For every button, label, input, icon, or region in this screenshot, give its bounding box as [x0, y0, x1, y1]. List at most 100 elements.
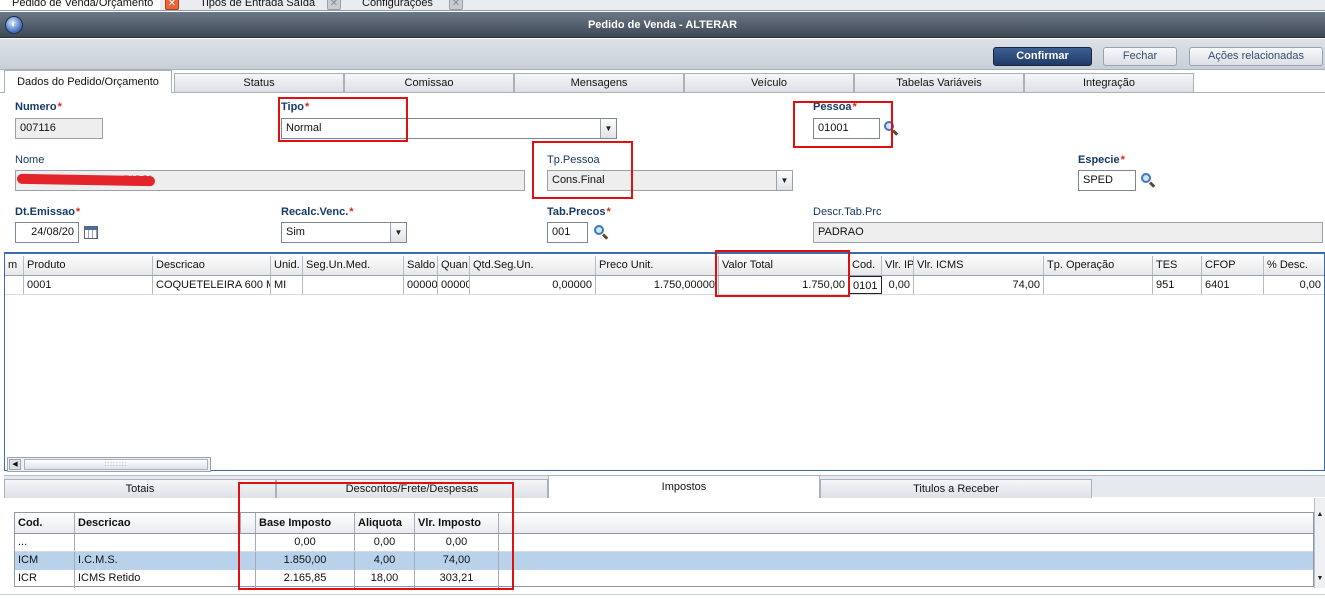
cell[interactable]: 0101 [849, 276, 882, 294]
col-header[interactable]: Saldo [404, 256, 438, 275]
close-tab-icon[interactable]: ✕ [165, 0, 179, 10]
cell[interactable]: 303,21 [415, 570, 499, 588]
col-header[interactable]: Aliquota [355, 513, 415, 533]
col-header[interactable]: Cod. [15, 513, 75, 533]
cell[interactable]: 0,00 [415, 534, 499, 551]
tab-dados-pedido[interactable]: Dados do Pedido/Orçamento [4, 70, 172, 93]
cell[interactable] [75, 534, 256, 551]
cell[interactable]: 4,00 [355, 552, 415, 570]
window-tab-pedido[interactable]: Pedido de Venda/Orçamento [0, 0, 160, 10]
cell[interactable]: 0001 [24, 276, 153, 294]
table-row[interactable]: ICR ICMS Retido 2.165,85 18,00 303,21 [15, 570, 1313, 588]
tab-tabelas-variaveis[interactable]: Tabelas Variáveis [854, 73, 1024, 92]
close-tab-icon[interactable]: ✕ [449, 0, 463, 10]
cell[interactable]: 2.165,85 [256, 570, 355, 588]
chevron-down-icon[interactable]: ▼ [776, 171, 792, 190]
col-header[interactable]: TES [1153, 256, 1202, 275]
close-tab-icon[interactable]: ✕ [327, 0, 341, 10]
cell[interactable]: ICR [15, 570, 75, 588]
cell[interactable]: 1.750,00000 [596, 276, 719, 294]
cell[interactable]: 0,00 [1264, 276, 1324, 294]
scroll-left-icon[interactable]: ◀ [9, 459, 21, 470]
col-header[interactable]: Unid. [271, 256, 303, 275]
scroll-down-icon[interactable]: ▼ [1315, 574, 1325, 584]
search-icon[interactable] [593, 224, 609, 240]
col-header[interactable]: Vlr. IP [882, 256, 914, 275]
tab-mensagens[interactable]: Mensagens [514, 73, 684, 92]
cell[interactable] [1044, 276, 1153, 294]
tab-integracao[interactable]: Integração [1024, 73, 1194, 92]
calendar-icon[interactable] [84, 226, 98, 239]
search-icon[interactable] [1140, 172, 1156, 188]
col-header[interactable]: Preco Unit. [596, 256, 719, 275]
cell[interactable]: 1.850,00 [256, 552, 355, 570]
tp-pessoa-select[interactable]: Cons.Final ▼ [547, 170, 793, 191]
tab-status[interactable]: Status [174, 73, 344, 92]
numero-field[interactable]: 007116 [15, 118, 103, 139]
close-button[interactable]: Fechar [1103, 47, 1177, 66]
tab-comissao[interactable]: Comissao [344, 73, 514, 92]
cell[interactable]: ... [15, 534, 75, 551]
tab-precos-field[interactable]: 001 [547, 222, 588, 243]
cell[interactable]: 0,00000 [470, 276, 596, 294]
cell[interactable]: 74,00 [415, 552, 499, 570]
col-header[interactable]: Vlr. ICMS [914, 256, 1044, 275]
table-row[interactable]: ... 0,00 0,00 0,00 [15, 534, 1313, 552]
cell[interactable]: I.C.M.S. [75, 552, 256, 570]
cell[interactable] [303, 276, 404, 294]
table-row[interactable]: 0001 COQUETELEIRA 600 ML MI 00000 00000 … [5, 276, 1324, 295]
cell[interactable]: 0,00 [256, 534, 355, 551]
tipo-select[interactable]: Normal ▼ [281, 118, 617, 139]
tab-impostos[interactable]: Impostos [548, 475, 820, 498]
cell[interactable]: 18,00 [355, 570, 415, 588]
cell[interactable] [5, 276, 24, 294]
scroll-up-icon[interactable]: ▲ [1315, 510, 1325, 520]
confirm-button[interactable]: Confirmar [993, 47, 1092, 66]
vertical-scrollbar[interactable]: ▲ ▼ [1314, 498, 1325, 588]
cell[interactable]: 74,00 [914, 276, 1044, 294]
cell[interactable]: 1.750,00 [719, 276, 849, 294]
col-header[interactable]: Cod. [849, 256, 882, 275]
cell[interactable]: 951 [1153, 276, 1202, 294]
tab-descontos[interactable]: Descontos/Frete/Despesas [276, 479, 548, 498]
cell[interactable]: ICMS Retido [75, 570, 256, 588]
window-tab-tipos[interactable]: Tipos de Entrada Saída [188, 0, 328, 10]
col-header[interactable]: Tp. Operação [1044, 256, 1153, 275]
tab-titulos-receber[interactable]: Titulos a Receber [820, 479, 1092, 498]
pessoa-field[interactable]: 01001 [813, 118, 880, 139]
col-header[interactable]: Valor Total [719, 256, 849, 275]
col-header[interactable]: Vlr. Imposto [415, 513, 499, 533]
especie-field[interactable]: SPED [1078, 170, 1136, 191]
cell[interactable]: 0,00 [355, 534, 415, 551]
tab-totais[interactable]: Totais [4, 479, 276, 498]
cell[interactable]: COQUETELEIRA 600 ML [153, 276, 271, 294]
col-header[interactable]: Base Imposto [256, 513, 355, 533]
tab-veiculo[interactable]: Veículo [684, 73, 854, 92]
search-icon[interactable] [883, 120, 899, 136]
col-header[interactable]: Qtd.Seg.Un. [470, 256, 596, 275]
chevron-down-icon[interactable]: ▼ [600, 119, 616, 138]
col-header[interactable] [241, 513, 256, 533]
col-header[interactable]: CFOP [1202, 256, 1264, 275]
col-header[interactable]: Produto [24, 256, 153, 275]
related-actions-button[interactable]: Ações relacionadas [1189, 47, 1323, 66]
chevron-down-icon[interactable]: ▼ [390, 223, 406, 242]
cell[interactable]: 0,00 [882, 276, 914, 294]
descr-tab-prc-field[interactable]: PADRAO [813, 222, 1323, 243]
scrollbar-thumb[interactable]: :::::::: [24, 459, 208, 470]
cell[interactable]: MI [271, 276, 303, 294]
window-tab-config[interactable]: Configurações [350, 0, 450, 10]
recalc-venc-select[interactable]: Sim ▼ [281, 222, 407, 243]
col-header[interactable]: Descricao [153, 256, 271, 275]
col-header[interactable]: Seg.Un.Med. [303, 256, 404, 275]
cell[interactable]: ICM [15, 552, 75, 570]
cell[interactable]: 00000 [404, 276, 438, 294]
cell[interactable]: 00000 [438, 276, 470, 294]
col-header[interactable]: Descricao [75, 513, 241, 533]
col-header[interactable]: m [5, 256, 24, 275]
cell[interactable]: 6401 [1202, 276, 1264, 294]
col-header[interactable]: % Desc. [1264, 256, 1324, 275]
horizontal-scrollbar[interactable]: ◀ :::::::: [7, 457, 211, 472]
dt-emissao-field[interactable]: 24/08/20 [15, 222, 79, 243]
col-header[interactable]: Quan [438, 256, 470, 275]
